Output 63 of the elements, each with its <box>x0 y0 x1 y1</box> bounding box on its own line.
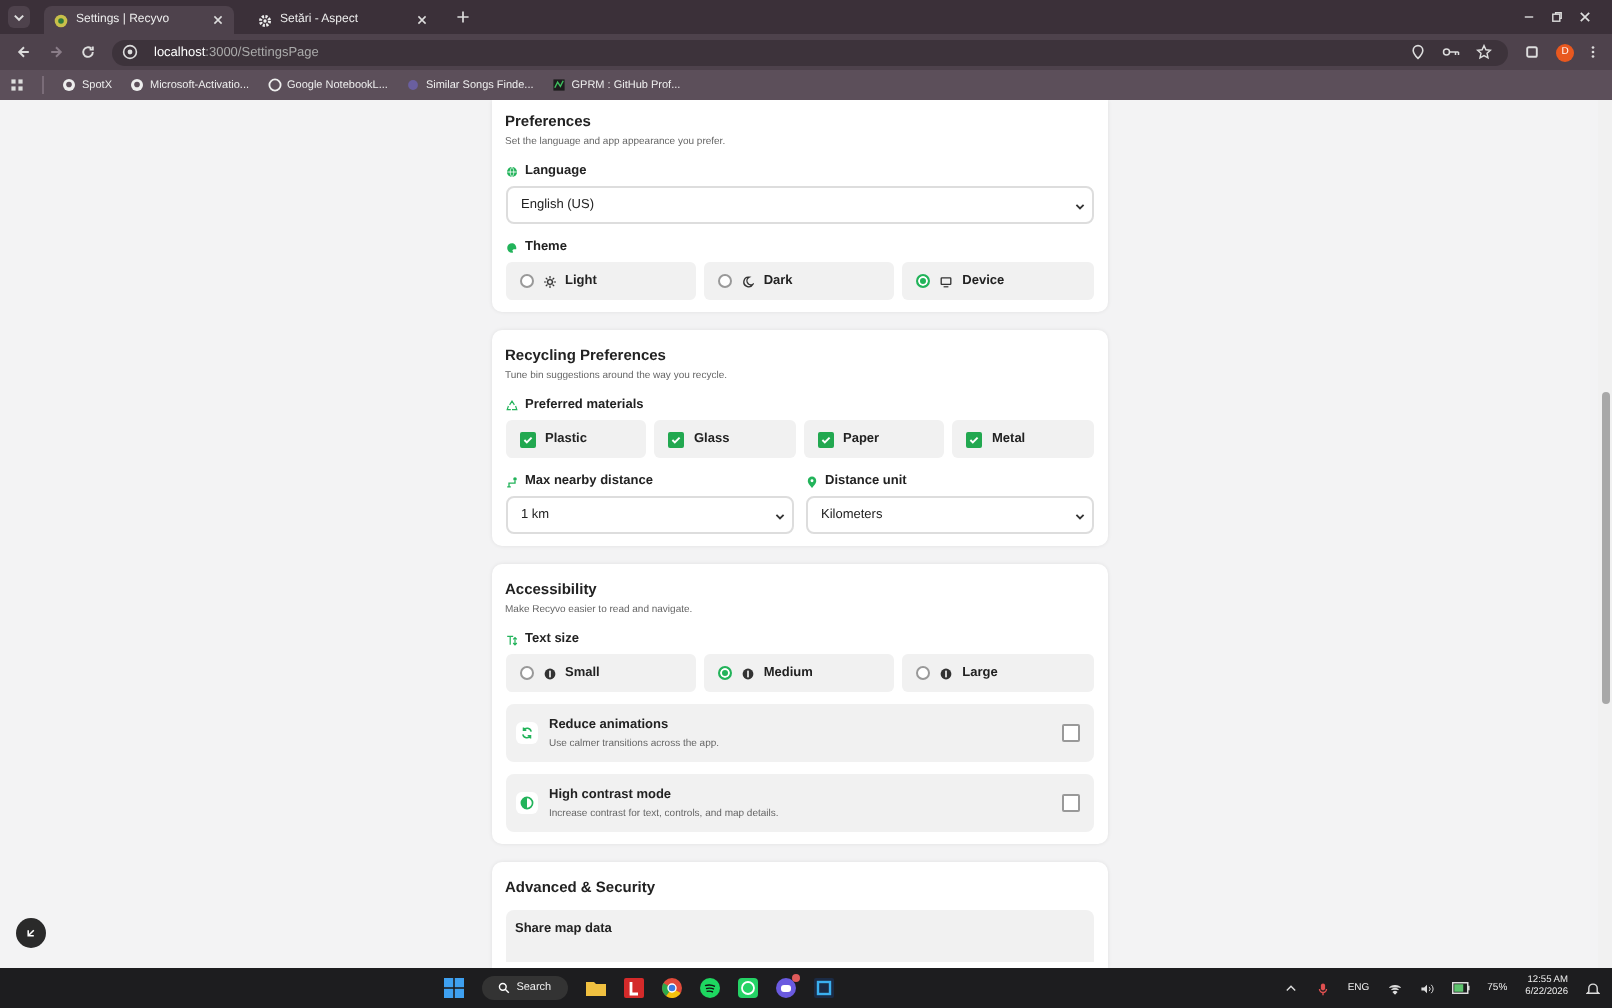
ring-icon <box>267 78 281 92</box>
chat-app-icon[interactable] <box>737 978 758 998</box>
close-icon[interactable] <box>1578 10 1592 24</box>
search-icon <box>498 982 511 994</box>
recycle-icon <box>505 399 517 411</box>
speaker-icon[interactable] <box>1419 981 1434 995</box>
app-icon[interactable] <box>623 978 644 998</box>
caret-icon <box>12 10 26 24</box>
info-icon <box>543 667 555 679</box>
close-icon[interactable] <box>212 14 224 26</box>
start-icon[interactable] <box>444 978 465 998</box>
microphone-icon[interactable] <box>1315 981 1330 995</box>
checkbox[interactable] <box>1061 724 1079 742</box>
arrow-icon <box>24 926 38 940</box>
location-pin-icon[interactable] <box>1410 44 1426 60</box>
star-icon[interactable] <box>1476 44 1492 60</box>
dot-icon <box>405 78 420 92</box>
info-icon <box>741 667 754 679</box>
route-icon <box>505 475 517 487</box>
contrast-icon <box>519 796 533 810</box>
folder-icon[interactable] <box>585 978 606 998</box>
apps-grid-icon[interactable] <box>10 78 24 92</box>
floating-button[interactable] <box>16 918 46 948</box>
chrome-icon[interactable] <box>661 978 682 998</box>
app-icon[interactable] <box>813 978 834 998</box>
close-icon[interactable] <box>416 14 428 26</box>
text-size-icon <box>505 633 517 645</box>
notifications-icon[interactable] <box>1586 981 1601 995</box>
chart-icon <box>551 78 566 92</box>
check-icon <box>968 433 980 445</box>
refresh-icon <box>519 726 533 740</box>
chevron-down-icon <box>773 509 785 521</box>
forward-icon[interactable] <box>48 44 64 60</box>
checkbox[interactable] <box>1061 794 1079 812</box>
monitor-icon <box>940 275 953 287</box>
check-icon <box>521 433 533 445</box>
new-tab-icon[interactable] <box>456 10 470 24</box>
palette-icon <box>505 241 517 253</box>
back-icon[interactable] <box>16 44 32 60</box>
reload-icon[interactable] <box>80 44 96 60</box>
wifi-icon[interactable] <box>1387 981 1402 995</box>
chevron-down-icon <box>1073 509 1085 521</box>
recycle-logo-icon <box>54 13 68 27</box>
globe-icon <box>505 165 517 177</box>
music-app-icon[interactable] <box>699 978 720 998</box>
gear-icon <box>258 13 272 27</box>
restore-icon[interactable] <box>1550 10 1564 24</box>
extensions-icon[interactable] <box>1524 44 1540 60</box>
battery-icon[interactable] <box>1451 982 1470 994</box>
chevron-up-icon[interactable] <box>1283 981 1298 995</box>
chevron-down-icon <box>1073 199 1085 211</box>
check-icon <box>819 433 831 445</box>
key-icon[interactable] <box>1442 44 1460 60</box>
info-icon <box>940 667 953 679</box>
more-menu-icon[interactable] <box>1590 44 1596 60</box>
sun-icon <box>543 275 555 287</box>
location-pin-icon <box>805 475 817 487</box>
tab-search-button[interactable] <box>8 6 30 28</box>
minimize-icon[interactable] <box>1522 10 1536 24</box>
chat-app-icon[interactable] <box>775 978 796 998</box>
moon-icon <box>741 275 754 287</box>
site-info-icon[interactable] <box>122 44 138 60</box>
check-icon <box>670 433 682 445</box>
